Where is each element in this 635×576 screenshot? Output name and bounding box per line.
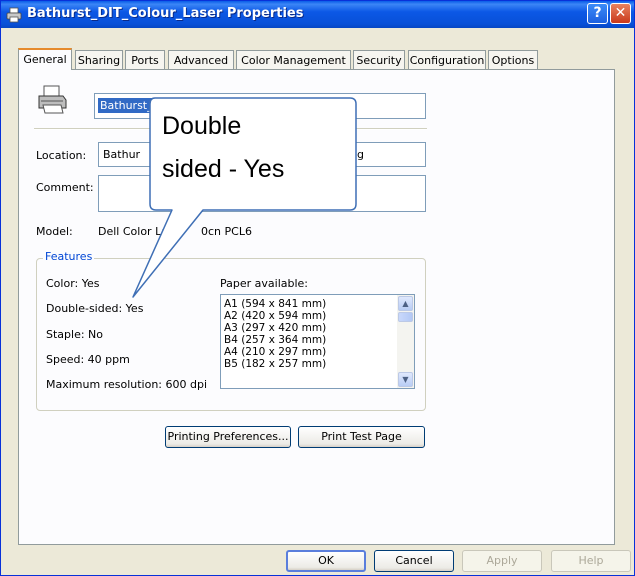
printer-name-value: Bathurst_ [98,98,155,113]
tab-advanced[interactable]: Advanced [168,50,234,69]
location-value-tail: g [357,148,364,161]
close-button[interactable]: ✕ [610,3,631,24]
scroll-down-icon[interactable]: ▼ [398,372,413,387]
tab-options[interactable]: Options [488,50,538,69]
staple-feature: Staple: No [46,328,104,341]
tab-security[interactable]: Security [353,50,405,69]
list-item[interactable]: B5 (182 x 257 mm) [224,358,326,370]
speed-feature: Speed: 40 ppm [46,353,130,366]
printer-icon [6,7,22,23]
paper-list[interactable]: A1 (594 x 841 mm) A2 (420 x 594 mm) A3 (… [220,294,415,389]
help-title-button[interactable]: ? [587,3,608,24]
tab-configuration[interactable]: Configuration [408,50,486,69]
list-item[interactable]: B4 (257 x 364 mm) [224,334,326,346]
color-feature: Color: Yes [46,277,100,290]
cancel-button[interactable]: Cancel [374,550,454,572]
comment-label: Comment: [36,181,94,194]
printer-name-field[interactable]: Bathurst_ [94,93,426,119]
callout-line-1: Double [162,112,242,140]
tab-sharing[interactable]: Sharing [75,50,123,69]
model-value-end: 0cn PCL6 [201,225,252,238]
ok-button[interactable]: OK [286,550,366,572]
callout-line-2: sided - Yes [162,155,285,183]
tab-color-management[interactable]: Color Management [236,50,351,69]
double-sided-feature: Double-sided: Yes [46,302,144,315]
printing-preferences-button[interactable]: Printing Preferences... [165,426,291,448]
paper-list-scrollbar[interactable]: ▲ ▼ [397,295,414,388]
features-title: Features [43,250,95,263]
printer-properties-dialog: Bathurst_DIT_Colour_Laser Properties ? ✕… [0,0,635,576]
model-value: Dell Color La [98,225,168,238]
list-item[interactable]: A3 (297 x 420 mm) [224,322,326,334]
location-label: Location: [36,149,87,162]
large-printer-icon [38,85,67,114]
max-resolution-feature: Maximum resolution: 600 dpi [46,378,208,391]
list-item[interactable]: A1 (594 x 841 mm) [224,298,326,310]
model-label: Model: [36,225,73,238]
window-title: Bathurst_DIT_Colour_Laser Properties [27,6,304,21]
help-button: Help [551,550,631,572]
question-mark-icon: ? [593,5,602,21]
apply-button: Apply [462,550,542,572]
scroll-up-icon[interactable]: ▲ [398,296,413,311]
close-icon: ✕ [614,5,627,21]
list-item[interactable]: A2 (420 x 594 mm) [224,310,326,322]
paper-available-label: Paper available: [220,277,309,290]
title-bar[interactable]: Bathurst_DIT_Colour_Laser Properties ? ✕ [1,1,634,28]
tab-ports[interactable]: Ports [125,50,165,69]
scroll-thumb[interactable] [398,312,413,322]
tab-general[interactable]: General [18,48,72,70]
print-test-page-button[interactable]: Print Test Page [298,426,425,448]
location-value: Bathur [103,148,141,161]
list-item[interactable]: A4 (210 x 297 mm) [224,346,326,358]
